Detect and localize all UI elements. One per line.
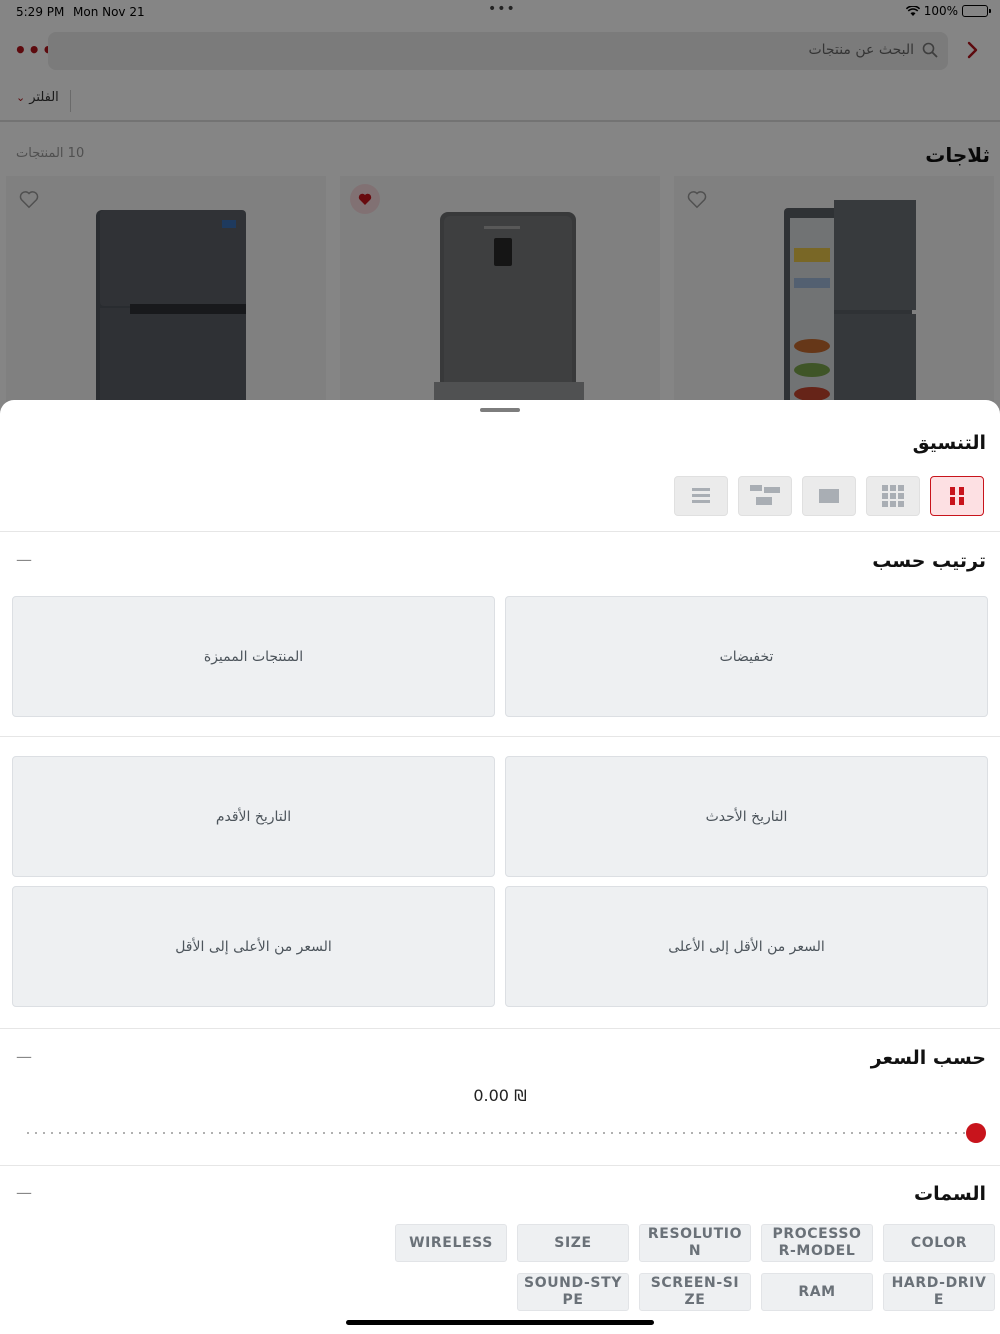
- divider: [0, 531, 1000, 532]
- layout-grid-2-button[interactable]: [930, 476, 984, 516]
- attribute-hard-drive-button[interactable]: HARD-DRIVE: [883, 1273, 995, 1311]
- layout-single-button[interactable]: [802, 476, 856, 516]
- attributes-title: السمات: [914, 1183, 986, 1205]
- attribute-wireless-button[interactable]: WIRELESS: [395, 1224, 507, 1262]
- collapse-price-icon[interactable]: —: [16, 1047, 32, 1066]
- sheet-grabber[interactable]: [480, 408, 520, 412]
- grid-3-icon: [882, 485, 904, 507]
- sort-price-low-high-button[interactable]: السعر من الأقل إلى الأعلى: [505, 886, 988, 1007]
- sort-oldest-button[interactable]: التاريخ الأقدم: [12, 756, 495, 877]
- filter-sort-sheet: التنسيق ترتيب حسب — تخفيضات المنتجات الم…: [0, 400, 1000, 1334]
- sort-featured-button[interactable]: المنتجات المميزة: [12, 596, 495, 717]
- grid-2-icon: [950, 487, 964, 505]
- sort-newest-button[interactable]: التاريخ الأحدث: [505, 756, 988, 877]
- price-slider-track[interactable]: [24, 1132, 974, 1134]
- divider: [0, 1028, 1000, 1029]
- layout-grid-3-button[interactable]: [866, 476, 920, 516]
- collapse-sort-icon[interactable]: —: [16, 550, 32, 569]
- price-value: 0.00 ₪: [473, 1086, 527, 1105]
- divider: [0, 1165, 1000, 1166]
- divider: [0, 736, 1000, 737]
- attribute-processor-model-button[interactable]: PROCESSOR-MODEL: [761, 1224, 873, 1262]
- attribute-color-button[interactable]: COLOR: [883, 1224, 995, 1262]
- sort-title: ترتيب حسب: [872, 550, 986, 572]
- list-thumbnail-icon: [750, 485, 780, 505]
- attribute-ram-button[interactable]: RAM: [761, 1273, 873, 1311]
- home-indicator[interactable]: [346, 1320, 654, 1325]
- modal-backdrop[interactable]: [0, 0, 1000, 420]
- sort-discounts-button[interactable]: تخفيضات: [505, 596, 988, 717]
- sort-price-high-low-button[interactable]: السعر من الأعلى إلى الأقل: [12, 886, 495, 1007]
- price-slider-thumb[interactable]: [966, 1123, 986, 1143]
- attribute-sound-stype-button[interactable]: SOUND-STYPE: [517, 1273, 629, 1311]
- price-title: حسب السعر: [870, 1047, 986, 1069]
- attribute-screen-size-button[interactable]: SCREEN-SIZE: [639, 1273, 751, 1311]
- layout-title: التنسيق: [912, 432, 986, 454]
- layout-list-thumb-button[interactable]: [738, 476, 792, 516]
- attribute-size-button[interactable]: SIZE: [517, 1224, 629, 1262]
- attribute-resolution-button[interactable]: RESOLUTION: [639, 1224, 751, 1262]
- collapse-attributes-icon[interactable]: —: [16, 1183, 32, 1202]
- layout-list-button[interactable]: [674, 476, 728, 516]
- single-column-icon: [819, 489, 839, 503]
- list-icon: [692, 488, 710, 503]
- layout-options: [674, 476, 984, 516]
